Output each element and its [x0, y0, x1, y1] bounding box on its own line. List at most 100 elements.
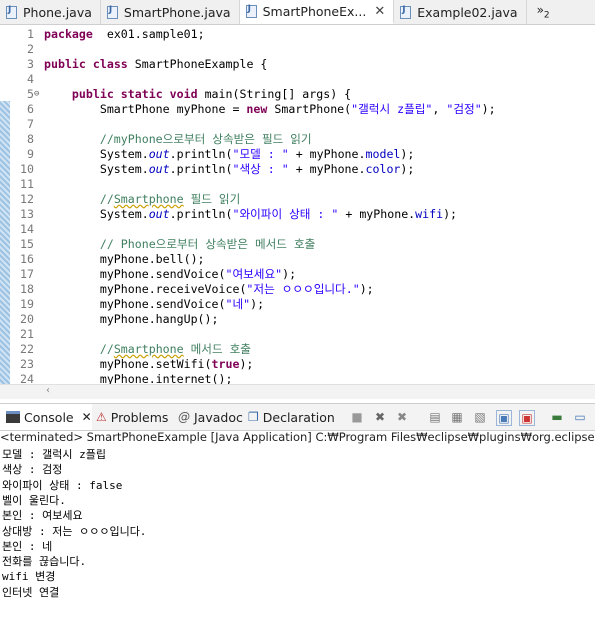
word-wrap-icon[interactable]: ▧ — [473, 410, 487, 424]
tab-console[interactable]: Console ✕ — [0, 404, 92, 430]
code-line[interactable]: 11 — [0, 177, 595, 192]
code-text: myPhone.hangUp(); — [44, 312, 219, 327]
code-token: "갤럭시 z플립" — [351, 102, 433, 116]
line-number: 13 — [20, 207, 34, 221]
close-icon[interactable]: ✕ — [374, 4, 385, 19]
fold-collapse-icon[interactable]: ⊖ — [34, 87, 39, 102]
show-on-stderr-icon[interactable]: ▣ — [519, 410, 535, 426]
code-token: color — [365, 162, 401, 176]
code-text: //Smartphone 메서드 호출 — [44, 342, 251, 357]
line-number: 6 — [27, 102, 34, 116]
code-line[interactable]: 15 // Phone으로부터 상속받은 메서드 호출 — [0, 237, 595, 252]
pin-console-icon[interactable]: ▬ — [550, 410, 564, 424]
java-file-icon — [400, 5, 412, 19]
code-line[interactable]: 20 myPhone.hangUp(); — [0, 312, 595, 327]
code-line[interactable]: 3 public class SmartPhoneExample { — [0, 57, 595, 72]
code-line[interactable]: 4 — [0, 72, 595, 87]
editor-tab-bar: Phone.java SmartPhone.java SmartPhoneEx.… — [0, 0, 595, 25]
code-text: System.out.println("와이파이 상태 : " + myPhon… — [44, 207, 457, 222]
code-line[interactable]: 21 — [0, 327, 595, 342]
terminate-icon[interactable]: ■ — [350, 410, 364, 424]
code-token: + myPhone. — [338, 207, 416, 221]
clear-console-icon[interactable]: ▤ — [428, 410, 442, 424]
line-number: 1 — [27, 27, 34, 41]
console-line: 상대방 : 저는 ㅇㅇㅇ입니다. — [2, 524, 147, 538]
tab-javadoc[interactable]: @ Javadoc — [178, 404, 243, 430]
code-token: .println( — [169, 147, 233, 161]
code-line[interactable]: 13 System.out.println("와이파이 상태 : " + myP… — [0, 207, 595, 222]
line-number: 20 — [20, 312, 34, 326]
code-token: System. — [44, 162, 149, 176]
scroll-left-icon[interactable]: ‹ — [46, 385, 50, 396]
code-line[interactable]: 17 myPhone.sendVoice("여보세요"); — [0, 267, 595, 282]
line-number: 16 — [20, 252, 34, 266]
code-line[interactable]: 9 System.out.println("모델 : " + myPhone.m… — [0, 147, 595, 162]
java-file-icon — [6, 5, 18, 19]
code-line[interactable]: 23 myPhone.setWifi(true); — [0, 357, 595, 372]
remove-all-launches-icon[interactable]: ✖ — [395, 410, 409, 424]
code-text: //myPhone으로부터 상속받은 필드 읽기 — [44, 132, 312, 147]
code-line[interactable]: 6 SmartPhone myPhone = new SmartPhone("갤… — [0, 102, 595, 117]
console-line: 벨이 울린다. — [2, 493, 66, 507]
code-token: //myPhone으로부터 상속받은 필드 읽기 — [99, 132, 312, 146]
code-line[interactable]: 5 ⊖ public static void main(String[] args… — [0, 87, 595, 102]
console-line: 인터넷 연결 — [2, 585, 60, 599]
show-on-stdout-icon[interactable]: ▣ — [496, 410, 512, 426]
code-line[interactable]: 2 — [0, 42, 595, 57]
code-token: SmartPhone myPhone = — [44, 102, 247, 116]
remove-launch-icon[interactable]: ✖ — [373, 410, 387, 424]
code-line[interactable]: 10 System.out.println("색상 : " + myPhone.… — [0, 162, 595, 177]
code-line[interactable]: 1 package ex01.sample01; — [0, 27, 595, 42]
code-token: void — [169, 87, 198, 101]
code-line[interactable]: 14 — [0, 222, 595, 237]
tab-example02-java[interactable]: Example02.java — [394, 0, 527, 24]
code-line[interactable]: 7 — [0, 117, 595, 132]
code-text: myPhone.sendVoice("여보세요"); — [44, 267, 296, 282]
console-line: 색상 : 검정 — [2, 463, 63, 477]
code-line[interactable]: 8 //myPhone으로부터 상속받은 필드 읽기 — [0, 132, 595, 147]
scroll-lock-icon[interactable]: ▦ — [450, 410, 464, 424]
code-editor[interactable]: 1 package ex01.sample01; 2 3 public class Sm… — [0, 25, 595, 398]
line-number: 12 — [20, 192, 34, 206]
close-icon[interactable]: ✕ — [82, 410, 92, 424]
code-line[interactable]: 16 myPhone.bell(); — [0, 252, 595, 267]
code-text: myPhone.sendVoice("네"); — [44, 297, 264, 312]
tab-phone-java[interactable]: Phone.java — [0, 0, 101, 24]
code-token: ex01.sample01; — [92, 27, 205, 41]
line-number: 22 — [20, 342, 34, 356]
line-number: 10 — [20, 162, 34, 176]
line-number: 3 — [27, 57, 34, 71]
code-line[interactable]: 22 //Smartphone 메서드 호출 — [0, 342, 595, 357]
code-token: main(String[] args) { — [197, 87, 352, 101]
line-number: 7 — [27, 117, 34, 131]
tab-smartphone-java[interactable]: SmartPhone.java — [101, 0, 240, 24]
code-token: System. — [44, 207, 149, 221]
tab-label: SmartPhone.java — [123, 4, 231, 20]
code-token: + myPhone. — [288, 147, 366, 161]
code-token: "색상 : " — [232, 162, 289, 176]
code-token: ); — [443, 207, 458, 221]
code-line[interactable]: 12 //Smartphone 필드 읽기 — [0, 192, 595, 207]
code-line[interactable]: 19 myPhone.sendVoice("네"); — [0, 297, 595, 312]
code-text: //Smartphone 필드 읽기 — [44, 192, 240, 207]
code-token: , — [432, 102, 447, 116]
code-token: "검정" — [446, 102, 482, 116]
code-token: System. — [44, 147, 149, 161]
code-token: out — [148, 162, 170, 176]
java-file-icon — [106, 5, 119, 19]
tab-smartphoneexample-java[interactable]: SmartPhoneEx... ✕ — [239, 0, 395, 24]
horizontal-scrollbar[interactable]: ‹ — [0, 384, 595, 399]
line-number: 23 — [20, 357, 34, 371]
code-line[interactable]: 18 myPhone.receiveVoice("저는 ㅇㅇㅇ입니다."); — [0, 282, 595, 297]
tab-problems[interactable]: ⚠ Problems — [96, 404, 168, 430]
code-token: SmartPhone( — [267, 102, 352, 116]
tab-overflow-button[interactable]: »2 — [537, 3, 550, 24]
code-token: myPhone.sendVoice( — [44, 267, 226, 281]
tab-declaration[interactable]: ❐ Declaration — [248, 404, 335, 430]
code-token: new — [246, 102, 268, 116]
display-console-icon[interactable]: ▭ — [573, 410, 587, 424]
code-token: //Smartphone 필드 읽기 — [99, 192, 241, 206]
line-number: 14 — [20, 222, 34, 236]
